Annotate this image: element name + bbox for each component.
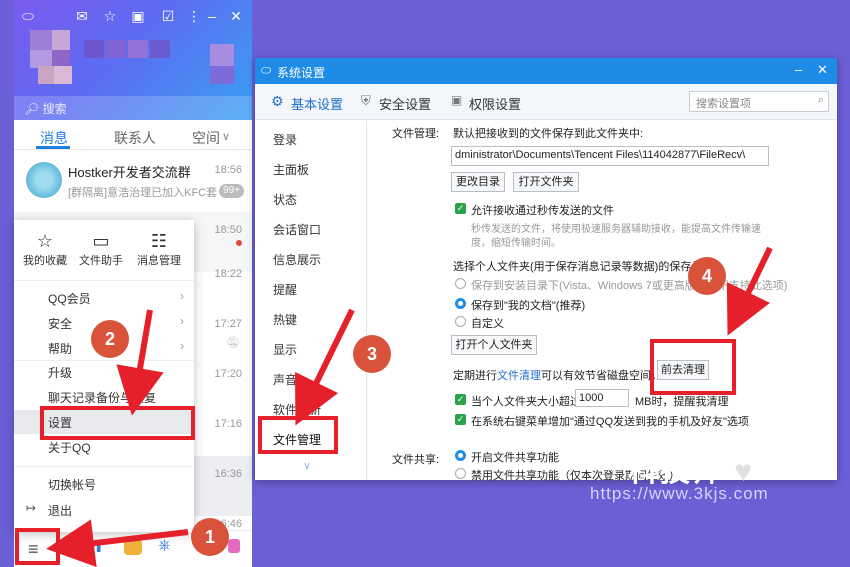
arrow-step-4 [726, 246, 773, 336]
step-badge-3: 3 [353, 335, 391, 373]
watermark-url: https://www.3kjs.com [590, 484, 769, 503]
step-badge-1: 1 [191, 518, 229, 556]
step-badge-2: 2 [91, 320, 129, 358]
step-badge-4: 4 [688, 257, 726, 295]
arrow-step-2 [116, 309, 164, 416]
arrow-step-1 [46, 519, 189, 567]
arrow-step-3 [294, 308, 355, 426]
